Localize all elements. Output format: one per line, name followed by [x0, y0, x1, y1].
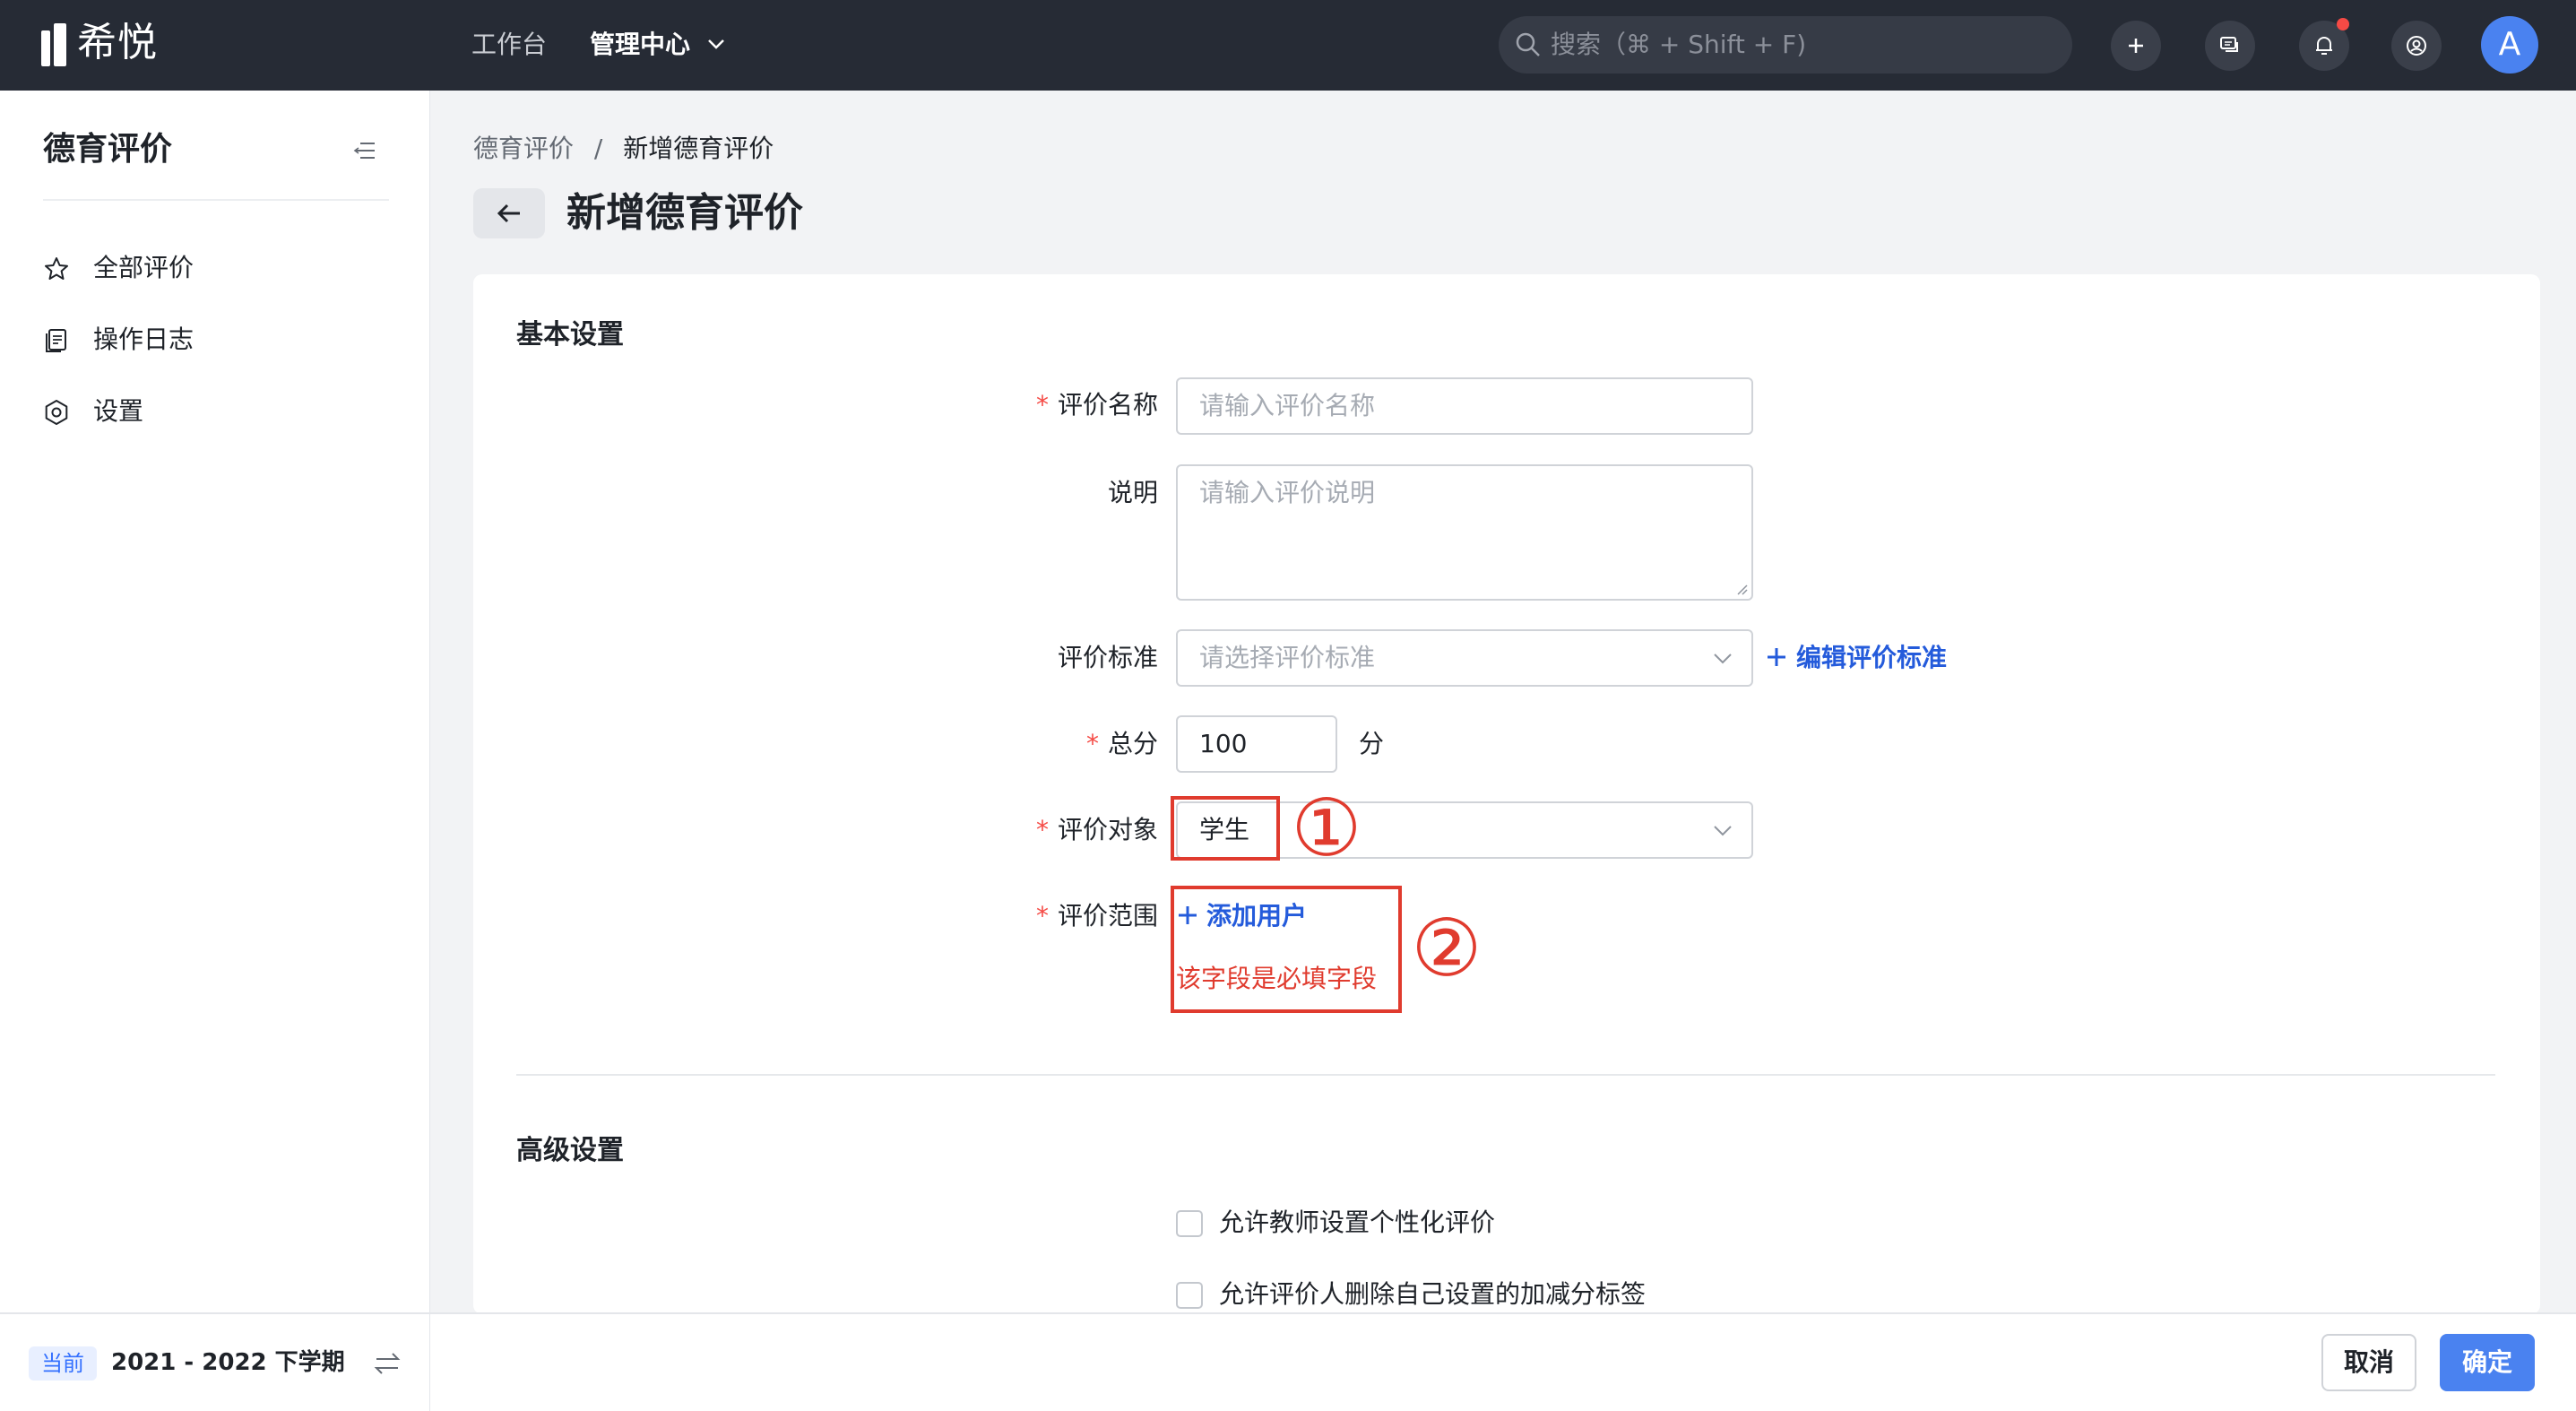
sidebar-item-label: 操作日志	[93, 325, 194, 354]
sidebar-title: 德育评价	[43, 131, 173, 168]
arrow-left-icon	[497, 203, 520, 223]
search-icon	[1516, 32, 1540, 56]
placeholder: 请选择评价标准	[1199, 643, 1376, 672]
current-term-badge: 当前	[29, 1346, 97, 1381]
log-icon	[46, 329, 66, 352]
breadcrumb-current: 新增德育评价	[623, 134, 774, 163]
breadcrumb-parent[interactable]: 德育评价	[473, 134, 574, 163]
back-button[interactable]	[473, 188, 545, 238]
star-icon	[45, 257, 68, 280]
input-value: 100	[1199, 729, 1248, 758]
description-textarea[interactable]: 请输入评价说明	[1176, 464, 1753, 601]
brand-logo-text: 希悦	[77, 20, 158, 65]
field-label-scope: * 评价范围	[1035, 901, 1158, 931]
evaluation-standard-select[interactable]: 请选择评价标准	[1176, 629, 1753, 687]
annotation-box-2	[1171, 886, 1402, 1013]
option-checkbox-delete-tags[interactable]	[1176, 1282, 1203, 1309]
help-circle-icon	[2407, 36, 2426, 56]
messages-button[interactable]	[2205, 21, 2255, 71]
plus-icon	[2129, 39, 2143, 53]
chevron-down-icon	[1714, 654, 1732, 664]
section-divider	[516, 1074, 2495, 1076]
nav-workbench[interactable]: 工作台	[471, 27, 547, 63]
plus-icon[interactable]	[1764, 644, 1789, 671]
chevron-down-icon	[1714, 826, 1732, 836]
chat-icon	[2220, 37, 2238, 52]
option-label-delete-tags[interactable]: 允许评价人删除自己设置的加减分标签	[1219, 1277, 1646, 1312]
gear-icon	[45, 400, 68, 425]
cancel-button[interactable]: 取消	[2321, 1334, 2416, 1391]
sidebar-divider	[43, 199, 389, 201]
sidebar-item-label: 设置	[93, 396, 144, 426]
breadcrumb-separator: /	[593, 134, 603, 163]
sidebar-item-settings[interactable]: 设置	[39, 386, 398, 437]
logo-icon	[41, 23, 70, 66]
switch-term-icon[interactable]	[373, 1350, 402, 1377]
section-title-basic: 基本设置	[516, 319, 624, 351]
field-label-description: 说明	[1107, 478, 1158, 507]
bell-icon	[2316, 37, 2332, 55]
option-checkbox-personalized[interactable]	[1176, 1210, 1203, 1237]
field-label-total: * 总分	[1085, 729, 1158, 758]
field-label-standard: 评价标准	[1057, 643, 1158, 672]
sidebar-item-label: 全部评价	[93, 253, 194, 282]
create-button[interactable]	[2111, 21, 2161, 71]
field-label-target: * 评价对象	[1035, 815, 1158, 844]
annotation-box-1	[1171, 796, 1280, 861]
annotation-marker-2: ②	[1411, 902, 1482, 994]
nav-admin-center[interactable]: 管理中心	[590, 27, 690, 63]
chevron-down-icon[interactable]	[705, 32, 728, 56]
notification-dot	[2337, 18, 2349, 30]
sidebar-item-operation-log[interactable]: 操作日志	[39, 315, 398, 365]
evaluation-name-input[interactable]: 请输入评价名称	[1176, 377, 1753, 435]
confirm-button[interactable]: 确定	[2440, 1334, 2535, 1391]
breadcrumb: 德育评价 / 新增德育评价	[473, 131, 774, 167]
top-bar	[0, 0, 2576, 91]
resize-handle-icon[interactable]	[1733, 581, 1748, 595]
edit-standard-link[interactable]: 编辑评价标准	[1796, 640, 1947, 676]
field-label-name: * 评价名称	[1035, 390, 1158, 420]
sidebar-footer-divider	[0, 1312, 430, 1314]
placeholder: 请输入评价说明	[1199, 478, 1376, 507]
option-label-personalized[interactable]: 允许教师设置个性化评价	[1219, 1205, 1495, 1241]
help-button[interactable]	[2391, 21, 2442, 71]
current-term: 2021 - 2022 下学期	[111, 1349, 345, 1376]
avatar[interactable]: A	[2481, 16, 2538, 74]
collapse-menu-icon[interactable]	[353, 140, 376, 161]
score-unit: 分	[1359, 729, 1385, 758]
footer-bar	[430, 1312, 2576, 1411]
search-placeholder: 搜索（⌘ + Shift + F)	[1551, 30, 1807, 59]
page-title: 新增德育评价	[566, 190, 803, 236]
placeholder: 请输入评价名称	[1199, 391, 1376, 420]
section-title-advanced: 高级设置	[516, 1135, 624, 1166]
annotation-marker-1: ①	[1291, 782, 1362, 874]
total-score-input[interactable]: 100	[1176, 715, 1337, 773]
sidebar-item-all-evaluations[interactable]: 全部评价	[39, 243, 398, 293]
